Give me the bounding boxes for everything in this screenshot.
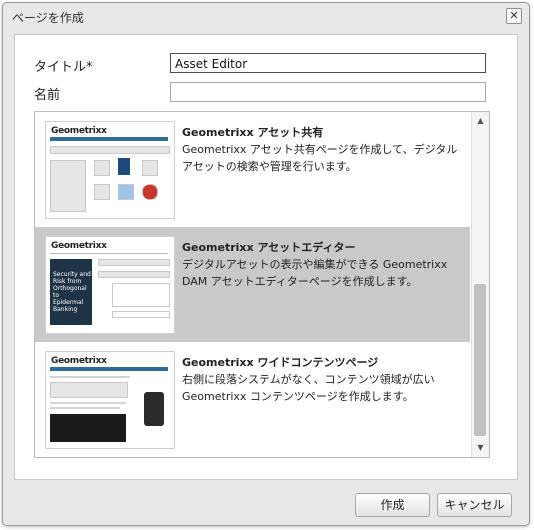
- thumbnail-banner: Security and Risk from Orthogonal to Epi…: [50, 259, 92, 325]
- template-item-asset-share[interactable]: Geometrixx Geometrixx アセット共有 Geometrixx …: [35, 112, 470, 227]
- thumbnail-divider: [50, 253, 168, 254]
- scrollbar-thumb[interactable]: [474, 284, 486, 436]
- template-thumbnail: Geometrixx: [45, 351, 175, 449]
- thumbnail-nav: [50, 367, 168, 371]
- thumbnail-search: [50, 146, 170, 154]
- scroll-down-icon[interactable]: ▼: [472, 441, 489, 455]
- template-item-asset-editor[interactable]: Geometrixx Security and Risk from Orthog…: [35, 227, 470, 342]
- template-title: Geometrixx アセット共有: [182, 126, 324, 139]
- thumbnail-phone: [144, 392, 164, 426]
- thumbnail-field: [98, 271, 170, 278]
- thumbnail-field: [112, 283, 170, 307]
- thumbnail-asset: [142, 184, 158, 200]
- thumbnail-sidebar: [50, 160, 86, 212]
- thumbnail-field: [112, 311, 170, 318]
- thumbnail-asset: [142, 160, 158, 176]
- create-button[interactable]: 作成: [355, 493, 430, 517]
- thumbnail-logo: Geometrixx: [51, 241, 107, 251]
- dialog-titlebar[interactable]: ページを作成 ✕: [3, 3, 529, 29]
- thumbnail-asset: [118, 184, 134, 200]
- thumbnail-heading: [50, 376, 130, 378]
- thumbnail-text-line: [50, 402, 126, 404]
- dialog-content: タイトル* Asset Editor 名前 Geometrixx Geometr…: [14, 34, 518, 480]
- template-description: Geometrixx アセット共有ページを作成して、デジタルアセットの検索や管理…: [182, 143, 458, 173]
- template-title: Geometrixx ワイドコンテンツページ: [182, 356, 379, 369]
- name-input[interactable]: [170, 82, 486, 102]
- close-icon[interactable]: ✕: [506, 8, 522, 24]
- template-title: Geometrixx アセットエディター: [182, 241, 356, 254]
- thumbnail-field: [98, 259, 170, 266]
- thumbnail-logo: Geometrixx: [51, 126, 107, 136]
- title-label: タイトル*: [34, 60, 93, 75]
- template-description: 右側に段落システムがなく、コンテンツ領域が広い Geometrixx コンテンツ…: [182, 373, 435, 403]
- template-list: Geometrixx Geometrixx アセット共有 Geometrixx …: [34, 111, 490, 458]
- thumbnail-nav: [50, 137, 168, 141]
- cancel-button[interactable]: キャンセル: [437, 493, 512, 517]
- template-list-scrollbar[interactable]: ▲ ▼: [471, 112, 489, 457]
- thumbnail-asset: [94, 184, 110, 200]
- create-page-dialog: ページを作成 ✕ タイトル* Asset Editor 名前 Geometrix…: [2, 2, 530, 526]
- thumbnail-video: [50, 414, 126, 442]
- template-thumbnail: Geometrixx: [45, 121, 175, 219]
- scroll-up-icon[interactable]: ▲: [472, 114, 489, 128]
- thumbnail-asset: [118, 158, 130, 175]
- thumbnail-text-line: [50, 407, 120, 409]
- template-item-wide-content[interactable]: Geometrixx Geometrixx ワイドコンテンツページ 右側に段落シ…: [35, 342, 470, 457]
- template-description: デジタルアセットの表示や編集ができる Geometrixx DAM アセットエデ…: [182, 258, 448, 288]
- thumbnail-logo: Geometrixx: [51, 356, 107, 366]
- thumbnail-banner-text: Security and Risk from Orthogonal to Epi…: [53, 271, 91, 313]
- thumbnail-text-block: [50, 382, 128, 398]
- thumbnail-asset: [94, 160, 110, 176]
- template-thumbnail: Geometrixx Security and Risk from Orthog…: [45, 236, 175, 334]
- name-label: 名前: [34, 88, 61, 103]
- title-input[interactable]: Asset Editor: [170, 53, 486, 73]
- dialog-title: ページを作成: [12, 11, 84, 25]
